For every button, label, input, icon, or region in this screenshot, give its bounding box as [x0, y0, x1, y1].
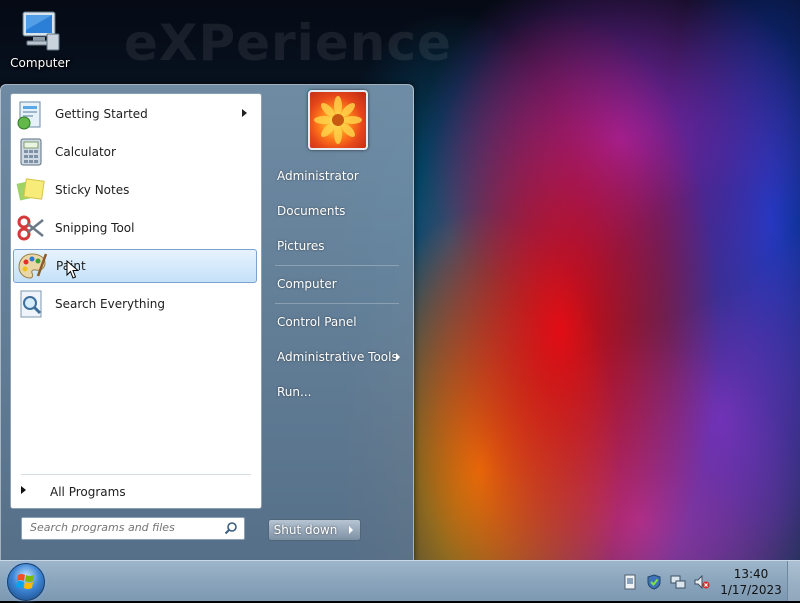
program-label: Calculator: [55, 145, 116, 159]
program-item-sticky-notes[interactable]: Sticky Notes: [13, 173, 257, 207]
getting-started-icon: [17, 101, 41, 130]
sticky-notes-icon: [16, 178, 45, 201]
programs-pane: Getting Started Calculator Sticky Notes: [10, 93, 262, 509]
mouse-pointer-icon: [66, 260, 80, 279]
right-divider: [275, 265, 399, 266]
administrative-tools-link[interactable]: Administrative Tools: [266, 344, 406, 370]
windows-logo-icon: [16, 574, 34, 589]
network-icon[interactable]: [670, 574, 686, 590]
clock-time: 13:40: [733, 567, 769, 581]
security-shield-icon[interactable]: [646, 574, 662, 590]
chevron-right-icon: [349, 526, 353, 534]
scissors-icon: [17, 215, 44, 241]
run-link[interactable]: Run...: [266, 379, 406, 405]
program-item-snipping-tool[interactable]: Snipping Tool: [13, 211, 257, 245]
pictures-link[interactable]: Pictures: [266, 233, 406, 259]
all-programs-label: All Programs: [50, 485, 126, 499]
start-menu: Getting Started Calculator Sticky Notes: [0, 84, 414, 562]
program-label: Sticky Notes: [55, 183, 130, 197]
start-button[interactable]: [7, 563, 45, 601]
magnifier-icon: [20, 290, 42, 318]
administrative-tools-label: Administrative Tools: [277, 350, 398, 364]
calculator-icon: [20, 138, 42, 166]
system-clock[interactable]: 13:40 1/17/2023: [718, 566, 784, 598]
right-divider: [275, 303, 399, 304]
volume-muted-icon[interactable]: [694, 574, 710, 590]
taskbar: 13:40 1/17/2023: [0, 560, 800, 601]
program-label: Snipping Tool: [55, 221, 135, 235]
program-item-search-everything[interactable]: Search Everything: [13, 287, 257, 321]
submenu-arrow-icon: [396, 353, 400, 361]
desktop-icon-label: Computer: [10, 56, 70, 70]
search-input[interactable]: [22, 518, 222, 537]
program-item-getting-started[interactable]: Getting Started: [13, 97, 257, 131]
action-center-icon[interactable]: [622, 574, 638, 590]
all-programs-button[interactable]: All Programs: [11, 480, 259, 502]
documents-link[interactable]: Documents: [266, 198, 406, 224]
search-icon[interactable]: [224, 521, 238, 535]
flower-icon: [314, 96, 362, 144]
program-label: Getting Started: [55, 107, 148, 121]
computer-icon: [17, 8, 63, 54]
control-panel-link[interactable]: Control Panel: [266, 309, 406, 335]
show-desktop-button[interactable]: [787, 561, 800, 601]
program-item-calculator[interactable]: Calculator: [13, 135, 257, 169]
expand-arrow-icon: [21, 486, 26, 494]
computer-link[interactable]: Computer: [266, 271, 406, 297]
user-name-link[interactable]: Administrator: [266, 163, 406, 189]
submenu-arrow-icon: [242, 109, 247, 117]
paint-palette-icon: [18, 253, 48, 279]
user-avatar[interactable]: [308, 90, 368, 150]
program-label: Search Everything: [55, 297, 166, 311]
program-item-paint[interactable]: Paint: [13, 249, 257, 283]
desktop-icon-computer[interactable]: Computer: [6, 8, 74, 70]
shutdown-options-button[interactable]: [342, 519, 361, 541]
search-box[interactable]: [21, 517, 245, 540]
programs-divider: [21, 474, 251, 475]
wallpaper-watermark: eXPerience: [124, 14, 452, 72]
clock-date: 1/17/2023: [720, 583, 782, 597]
shutdown-button[interactable]: Shut down: [268, 519, 343, 541]
